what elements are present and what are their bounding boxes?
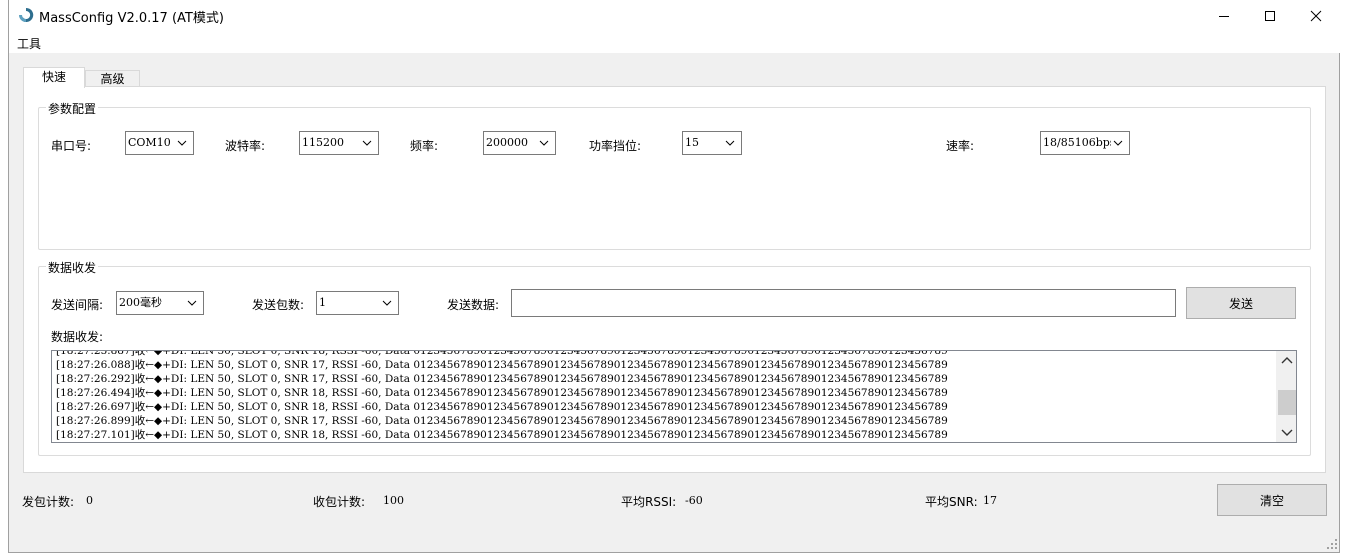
power-level-label: 功率挡位: (589, 139, 642, 153)
log-line: [18:27:25.887]收←◆+DI: LEN 50, SLOT 0, SN… (56, 350, 948, 357)
serial-port-value: COM10 (128, 136, 171, 149)
log-label: 数据收发: (51, 330, 104, 344)
scroll-up-button[interactable] (1277, 351, 1296, 369)
resize-grip-icon[interactable] (1327, 539, 1338, 550)
log-line: [18:27:26.494]收←◆+DI: LEN 50, SLOT 0, SN… (56, 387, 948, 399)
rate-label: 速率: (946, 139, 975, 153)
app-logo-icon (19, 7, 34, 22)
avg-snr-label: 平均SNR: (925, 495, 978, 509)
minimize-icon (1219, 15, 1229, 17)
chevron-up-icon (1281, 357, 1293, 364)
main-window: MassConfig V2.0.17 (AT模式) 工具 快速 高级 参数配置 … (8, 0, 1341, 553)
received-count-value: 100 (383, 494, 404, 507)
avg-rssi-value: -60 (685, 494, 703, 507)
log-line: [18:27:26.292]收←◆+DI: LEN 50, SLOT 0, SN… (56, 373, 948, 385)
tab-panel-quick: 参数配置 串口号: COM10 波特率: 115200 频率: 200000 功… (23, 86, 1326, 473)
sent-count-value: 0 (86, 494, 93, 507)
baud-rate-value: 115200 (302, 136, 344, 149)
log-scrollbar[interactable] (1276, 351, 1296, 442)
send-count-value: 1 (319, 296, 326, 309)
param-config-title: 参数配置 (46, 100, 99, 117)
window-title: MassConfig V2.0.17 (AT模式) (39, 11, 224, 26)
chevron-down-icon (723, 132, 737, 154)
chevron-down-icon (185, 292, 199, 314)
param-config-group (38, 107, 1311, 250)
baud-rate-label: 波特率: (225, 139, 266, 153)
serial-port-select[interactable]: COM10 (125, 131, 194, 155)
frequency-value: 200000 (486, 136, 528, 149)
log-line: [18:27:26.088]收←◆+DI: LEN 50, SLOT 0, SN… (56, 359, 948, 371)
log-lines: [18:27:25.887]收←◆+DI: LEN 50, SLOT 0, SN… (56, 350, 1274, 442)
close-icon (1310, 10, 1322, 21)
receive-log[interactable]: [18:27:25.887]收←◆+DI: LEN 50, SLOT 0, SN… (51, 350, 1297, 443)
log-line: [18:27:26.697]收←◆+DI: LEN 50, SLOT 0, SN… (56, 401, 948, 413)
minimize-button[interactable] (1201, 0, 1247, 31)
rate-value: 18/85106bps (1043, 136, 1116, 149)
frequency-select[interactable]: 200000 (483, 131, 556, 155)
chevron-down-icon (360, 132, 374, 154)
chevron-down-icon (537, 132, 551, 154)
chevron-down-icon (380, 292, 394, 314)
clear-button[interactable]: 清空 (1217, 484, 1327, 516)
power-level-value: 15 (685, 136, 699, 149)
send-interval-label: 发送间隔: (51, 298, 104, 312)
send-count-select[interactable]: 1 (316, 291, 399, 315)
send-button[interactable]: 发送 (1186, 287, 1296, 319)
data-transfer-title: 数据收发 (46, 259, 99, 276)
serial-port-label: 串口号: (51, 139, 92, 153)
scroll-thumb[interactable] (1278, 390, 1296, 415)
log-line: [18:27:26.899]收←◆+DI: LEN 50, SLOT 0, SN… (56, 415, 948, 427)
power-level-select[interactable]: 15 (682, 131, 742, 155)
frequency-label: 频率: (410, 139, 439, 153)
avg-rssi-label: 平均RSSI: (621, 495, 677, 509)
maximize-button[interactable] (1247, 0, 1293, 31)
title-bar[interactable]: MassConfig V2.0.17 (AT模式) (9, 0, 1341, 31)
sent-count-label: 发包计数: (22, 495, 75, 509)
received-count-label: 收包计数: (313, 495, 366, 509)
send-count-label: 发送包数: (252, 298, 305, 312)
log-line: [18:27:27.101]收←◆+DI: LEN 50, SLOT 0, SN… (56, 429, 948, 441)
send-data-label: 发送数据: (447, 298, 500, 312)
tab-advanced[interactable]: 高级 (85, 70, 140, 87)
rate-select[interactable]: 18/85106bps (1040, 131, 1130, 155)
menu-bar (9, 31, 1341, 53)
send-data-input[interactable] (511, 289, 1176, 317)
menu-tools[interactable]: 工具 (17, 35, 41, 52)
chevron-down-icon (1281, 429, 1293, 436)
avg-snr-value: 17 (983, 494, 997, 507)
close-button[interactable] (1293, 0, 1339, 31)
baud-rate-select[interactable]: 115200 (299, 131, 379, 155)
scroll-down-button[interactable] (1277, 424, 1296, 442)
chevron-down-icon (175, 132, 189, 154)
tab-quick[interactable]: 快速 (23, 67, 85, 88)
maximize-icon (1265, 10, 1275, 21)
send-interval-value: 200毫秒 (119, 296, 162, 309)
send-interval-select[interactable]: 200毫秒 (116, 291, 204, 315)
chevron-down-icon (1111, 132, 1125, 154)
